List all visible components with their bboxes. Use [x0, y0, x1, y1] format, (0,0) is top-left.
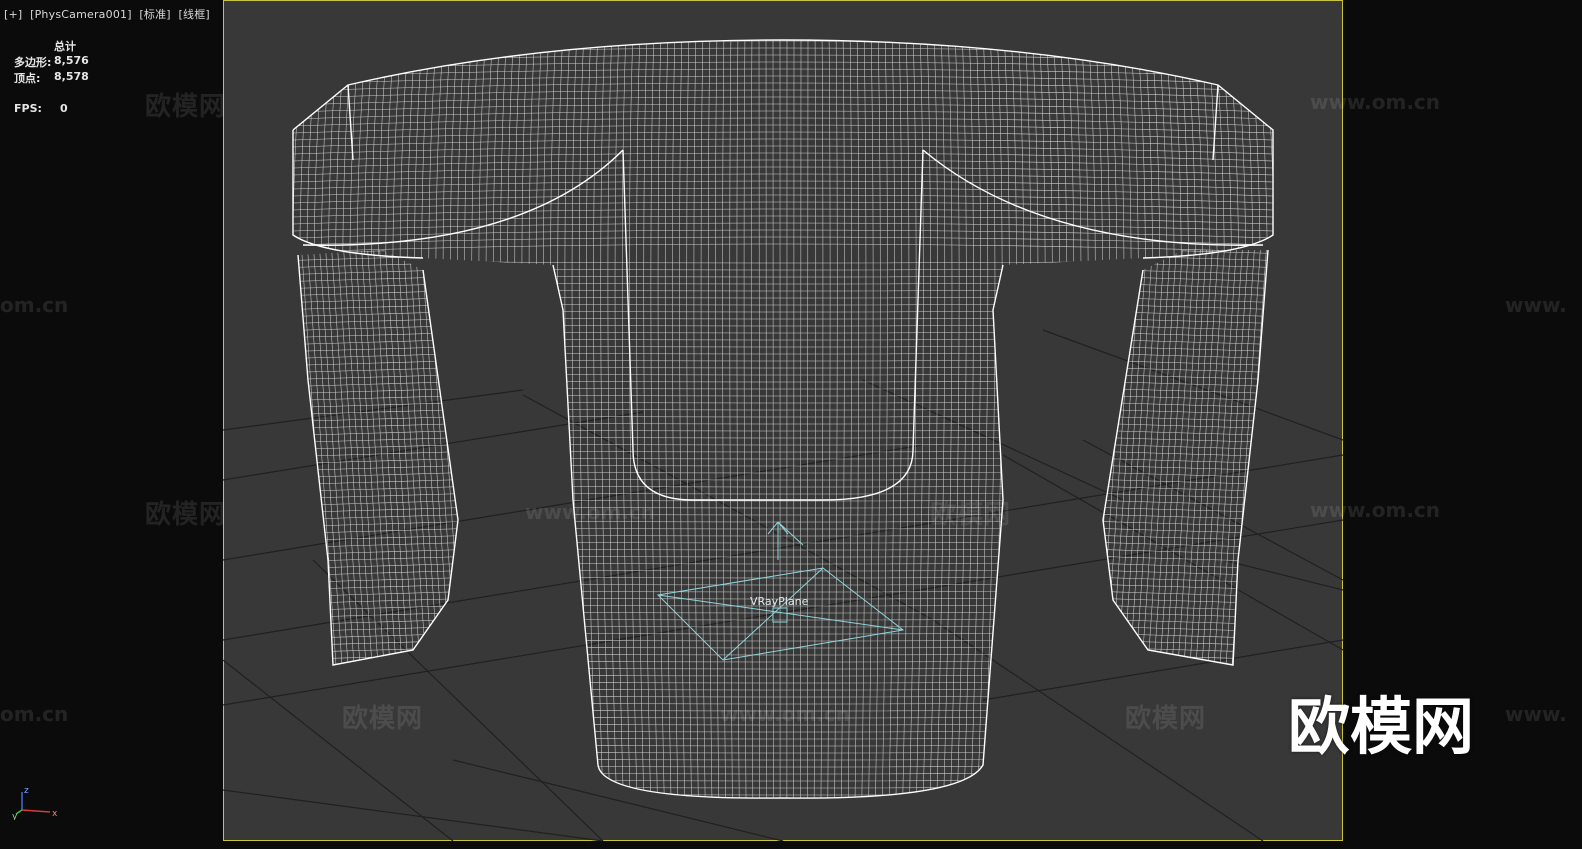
viewport-label: [+] [PhysCamera001] [标准] [线框]	[4, 6, 214, 22]
watermark-url-partial: om.cn	[0, 702, 69, 726]
viewport-camera-menu[interactable]: [PhysCamera001]	[30, 8, 132, 21]
axis-x-label: x	[52, 809, 58, 819]
stats-polygons-row: 多边形: 8,576	[14, 54, 89, 70]
stats-fps-row: FPS: 0	[14, 102, 89, 118]
polygons-value: 8,576	[54, 54, 89, 67]
stats-header: 总计	[54, 40, 76, 53]
watermark-url-partial: www.	[1505, 293, 1567, 317]
axis-gizmo: z x y	[12, 786, 58, 820]
chair-leg-right-wireframe	[1103, 250, 1268, 665]
watermark-cn: 欧模网	[145, 92, 227, 122]
vertices-label: 顶点:	[14, 72, 41, 85]
vray-plane-label: VRayPlane	[750, 595, 809, 608]
fps-value: 0	[60, 102, 68, 115]
stats-panel: 总计 多边形: 8,576 顶点: 8,578 FPS: 0	[14, 38, 89, 118]
axis-y-label: y	[12, 812, 18, 820]
viewport-shading-menu[interactable]: [线框]	[179, 8, 210, 21]
polygons-label: 多边形:	[14, 56, 52, 69]
chair-outlines	[292, 39, 1274, 799]
vertices-value: 8,578	[54, 70, 89, 83]
viewport-standard-menu[interactable]: [标准]	[139, 8, 170, 21]
viewport-canvas[interactable]: VRayPlane	[223, 0, 1343, 841]
ground-grid	[223, 329, 1343, 841]
fps-label: FPS:	[14, 102, 42, 115]
chair-body-wireframe	[293, 40, 1273, 799]
watermark-url-partial: om.cn	[0, 293, 69, 317]
axis-z-label: z	[24, 786, 29, 796]
watermark-cn: 欧模网	[145, 500, 227, 530]
viewport-plus-menu[interactable]: [+]	[4, 8, 22, 21]
scene-svg: VRayPlane	[223, 39, 1343, 841]
brand-logo: 欧模网	[1288, 690, 1475, 763]
stats-vertices-row: 顶点: 8,578	[14, 70, 89, 86]
watermark-url-partial: www.	[1505, 702, 1567, 726]
